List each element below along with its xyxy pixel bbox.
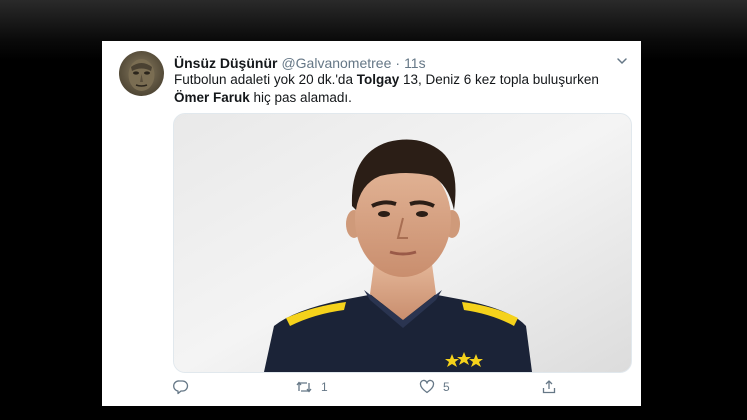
separator-dot: · bbox=[395, 55, 401, 71]
like-count: 5 bbox=[443, 380, 450, 394]
share-button[interactable] bbox=[541, 379, 557, 395]
player-portrait-image bbox=[174, 114, 631, 372]
heart-icon bbox=[419, 379, 435, 395]
chevron-down-icon[interactable] bbox=[615, 54, 629, 68]
timestamp[interactable]: 11s bbox=[404, 55, 426, 71]
tweet-photo[interactable] bbox=[173, 113, 632, 373]
text-bold-tolgay: Tolgay bbox=[356, 72, 400, 87]
retweet-button[interactable]: 1 bbox=[295, 379, 328, 395]
tweet-text-line-1: Futbolun adaleti yok 20 dk.'da Tolgay 13… bbox=[174, 71, 614, 89]
like-button[interactable]: 5 bbox=[419, 379, 450, 395]
text-segment: 13, Deniz 6 kez topla buluşurken bbox=[399, 72, 599, 87]
text-bold-omer-faruk: Ömer Faruk bbox=[174, 90, 250, 105]
reply-button[interactable] bbox=[173, 379, 197, 395]
tweet-text-line-2: Ömer Faruk hiç pas alamadı. bbox=[174, 89, 614, 107]
share-icon bbox=[541, 379, 557, 395]
user-handle[interactable]: @Galvanometree bbox=[281, 55, 391, 71]
retweet-icon bbox=[295, 379, 313, 395]
tweet-header: Ünsüz Düşünür @Galvanometree · 11s bbox=[174, 53, 426, 73]
display-name[interactable]: Ünsüz Düşünür bbox=[174, 55, 277, 71]
tweet-text: Futbolun adaleti yok 20 dk.'da Tolgay 13… bbox=[174, 71, 614, 107]
tweet-card[interactable]: Ünsüz Düşünür @Galvanometree · 11s Futbo… bbox=[102, 41, 641, 406]
avatar[interactable] bbox=[119, 51, 164, 96]
avatar-mask-image bbox=[128, 59, 155, 91]
text-segment: Futbolun adaleti yok 20 dk.'da bbox=[174, 72, 357, 87]
text-segment: hiç pas alamadı. bbox=[249, 90, 352, 105]
tweet-actions: 1 5 bbox=[173, 379, 573, 399]
reply-icon bbox=[173, 379, 189, 395]
retweet-count: 1 bbox=[321, 380, 328, 394]
